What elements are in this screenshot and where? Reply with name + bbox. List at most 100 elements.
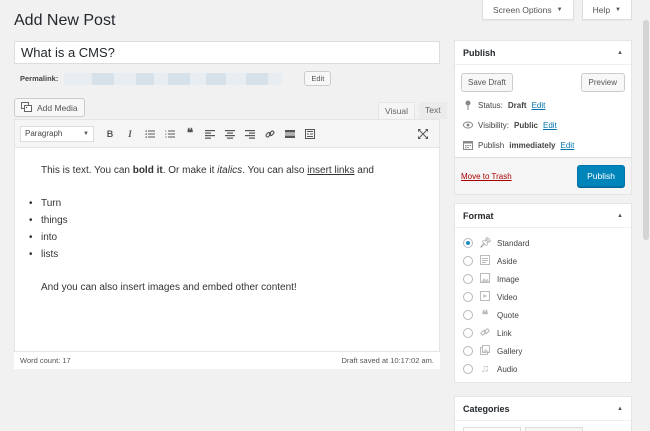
save-draft-button[interactable]: Save Draft xyxy=(461,73,513,92)
format-option-link[interactable]: Link xyxy=(463,324,623,342)
help-label: Help xyxy=(592,4,611,15)
eye-icon xyxy=(463,121,473,129)
pin-icon xyxy=(463,100,473,110)
status-edit-link[interactable]: Edit xyxy=(532,101,546,110)
format-select[interactable]: Paragraph ▼ xyxy=(20,125,94,142)
gallery-icon xyxy=(479,344,491,358)
bullet-list-icon[interactable] xyxy=(140,124,160,144)
italic-icon[interactable]: I xyxy=(120,124,140,144)
editor-toolbar: Paragraph ▼ B I 123 ❝ xyxy=(15,120,439,148)
quote-icon: ❝ xyxy=(481,308,489,322)
tab-visual[interactable]: Visual xyxy=(378,102,415,119)
status-row: Status: Draft Edit xyxy=(463,96,623,114)
align-center-icon[interactable] xyxy=(220,124,240,144)
page-scrollbar[interactable] xyxy=(640,0,650,431)
paragraph-2: And you can also insert images and embed… xyxy=(41,282,297,293)
status-label: Status: xyxy=(478,100,503,110)
read-more-icon[interactable] xyxy=(280,124,300,144)
categories-box-header[interactable]: Categories ▲ xyxy=(455,397,631,421)
format-box-header[interactable]: Format ▲ xyxy=(455,204,631,228)
numbered-list-icon[interactable]: 123 xyxy=(160,124,180,144)
format-option-standard[interactable]: 📌︎ Standard xyxy=(463,234,623,252)
format-option-gallery[interactable]: Gallery xyxy=(463,342,623,360)
radio-button[interactable] xyxy=(463,310,473,320)
radio-button[interactable] xyxy=(463,292,473,302)
image-icon xyxy=(479,272,491,286)
schedule-edit-link[interactable]: Edit xyxy=(561,141,575,150)
permalink-row: Permalink: Edit xyxy=(20,71,332,86)
draft-saved-status: Draft saved at 10:17:02 am. xyxy=(341,356,434,365)
paragraph-1: This is text. You can bold it. Or make i… xyxy=(41,162,413,179)
add-media-button[interactable]: Add Media xyxy=(14,98,85,117)
radio-button[interactable] xyxy=(463,274,473,284)
publish-misc: Status: Draft Edit Visibility: Public Ed… xyxy=(455,92,631,154)
publish-button[interactable]: Publish xyxy=(577,165,625,187)
tab-text[interactable]: Text xyxy=(419,102,447,119)
collapse-arrow-icon[interactable]: ▲ xyxy=(617,50,623,56)
schedule-row: Publish immediately Edit xyxy=(463,136,623,154)
calendar-icon xyxy=(463,140,473,150)
add-media-label: Add Media xyxy=(37,102,78,113)
svg-text:3: 3 xyxy=(165,135,167,139)
editor-mode-tabs: Visual Text xyxy=(378,102,447,119)
chevron-down-icon: ▼ xyxy=(83,130,89,137)
pushpin-icon: 📌︎ xyxy=(479,237,492,249)
tab-most-used[interactable] xyxy=(525,427,583,431)
radio-button[interactable] xyxy=(463,364,473,374)
page-title: Add New Post xyxy=(14,12,116,29)
post-editor: Paragraph ▼ B I 123 ❝ This is text. You … xyxy=(14,119,440,369)
editor-content[interactable]: This is text. You can bold it. Or make i… xyxy=(15,148,439,296)
toolbar-toggle-icon[interactable] xyxy=(300,124,320,144)
list-item: into xyxy=(27,229,413,246)
collapse-arrow-icon[interactable]: ▲ xyxy=(617,213,623,219)
text-run: . You can also xyxy=(242,165,308,176)
format-select-value: Paragraph xyxy=(25,129,63,138)
format-option-label: Link xyxy=(497,328,512,338)
format-option-label: Image xyxy=(497,274,520,284)
scrollbar-thumb[interactable] xyxy=(643,20,649,240)
format-box: Format ▲ 📌︎ Standard Aside Image Video ❝… xyxy=(454,203,632,383)
link-icon xyxy=(479,327,491,340)
collapse-arrow-icon[interactable]: ▲ xyxy=(617,406,623,412)
music-note-icon: ♫ xyxy=(480,363,490,375)
visibility-edit-link[interactable]: Edit xyxy=(543,121,557,130)
categories-box: Categories ▲ xyxy=(454,396,632,431)
bold-icon[interactable]: B xyxy=(100,124,120,144)
visibility-label: Visibility: xyxy=(478,120,509,130)
preview-button[interactable]: Preview xyxy=(580,73,625,92)
tab-all-categories[interactable] xyxy=(463,427,521,431)
add-media-icon xyxy=(21,101,33,114)
screen-meta-links: Screen Options ▼ Help ▼ xyxy=(482,0,632,20)
screen-options-button[interactable]: Screen Options ▼ xyxy=(482,0,574,20)
screen-options-label: Screen Options xyxy=(493,4,552,15)
format-option-aside[interactable]: Aside xyxy=(463,252,623,270)
editor-status-bar: Word count: 17 Draft saved at 10:17:02 a… xyxy=(14,351,440,369)
permalink-edit-button[interactable]: Edit xyxy=(304,71,332,86)
radio-button[interactable] xyxy=(463,346,473,356)
permalink-url-redacted[interactable] xyxy=(64,72,283,85)
post-title-input[interactable]: What is a CMS? xyxy=(14,41,440,64)
visibility-value: Public xyxy=(513,120,538,130)
align-right-icon[interactable] xyxy=(240,124,260,144)
radio-button[interactable] xyxy=(463,328,473,338)
help-button[interactable]: Help ▼ xyxy=(581,0,632,20)
video-icon xyxy=(479,290,491,304)
format-option-video[interactable]: Video xyxy=(463,288,623,306)
permalink-label: Permalink: xyxy=(20,74,59,83)
blockquote-icon[interactable]: ❝ xyxy=(180,124,200,144)
radio-button[interactable] xyxy=(463,256,473,266)
align-left-icon[interactable] xyxy=(200,124,220,144)
categories-tabs xyxy=(455,421,631,431)
publish-box-header[interactable]: Publish ▲ xyxy=(455,41,631,65)
caret-down-icon: ▼ xyxy=(556,6,563,13)
move-to-trash-link[interactable]: Move to Trash xyxy=(461,172,512,181)
fullscreen-icon[interactable] xyxy=(413,124,433,144)
bold-text: bold it xyxy=(132,165,163,176)
format-option-audio[interactable]: ♫ Audio xyxy=(463,360,623,378)
content-link[interactable]: insert links xyxy=(307,165,354,176)
format-option-image[interactable]: Image xyxy=(463,270,623,288)
format-option-quote[interactable]: ❝ Quote xyxy=(463,306,623,324)
italic-text: italics xyxy=(217,165,243,176)
radio-button[interactable] xyxy=(463,238,473,248)
link-icon[interactable] xyxy=(260,124,280,144)
